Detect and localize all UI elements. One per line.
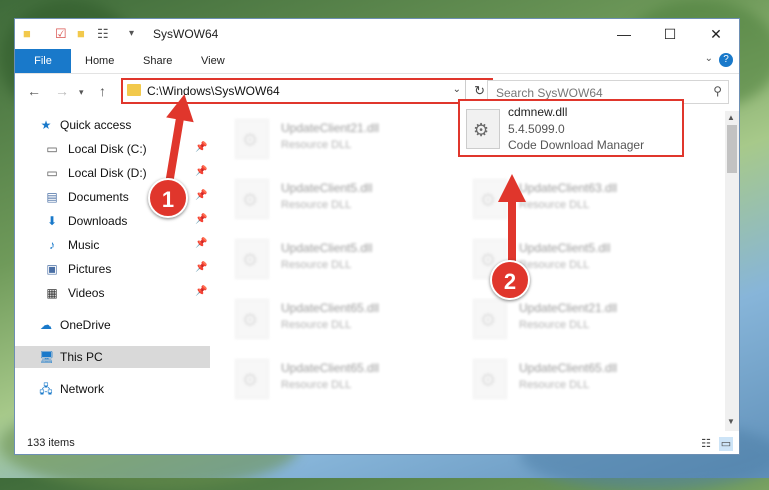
arrow-to-address-bar [166, 94, 194, 182]
step-2-badge: 2 [490, 260, 530, 300]
arrow-to-cdmnew [498, 174, 526, 266]
step-1-badge: 1 [148, 178, 188, 218]
annotation-arrows [166, 94, 526, 266]
